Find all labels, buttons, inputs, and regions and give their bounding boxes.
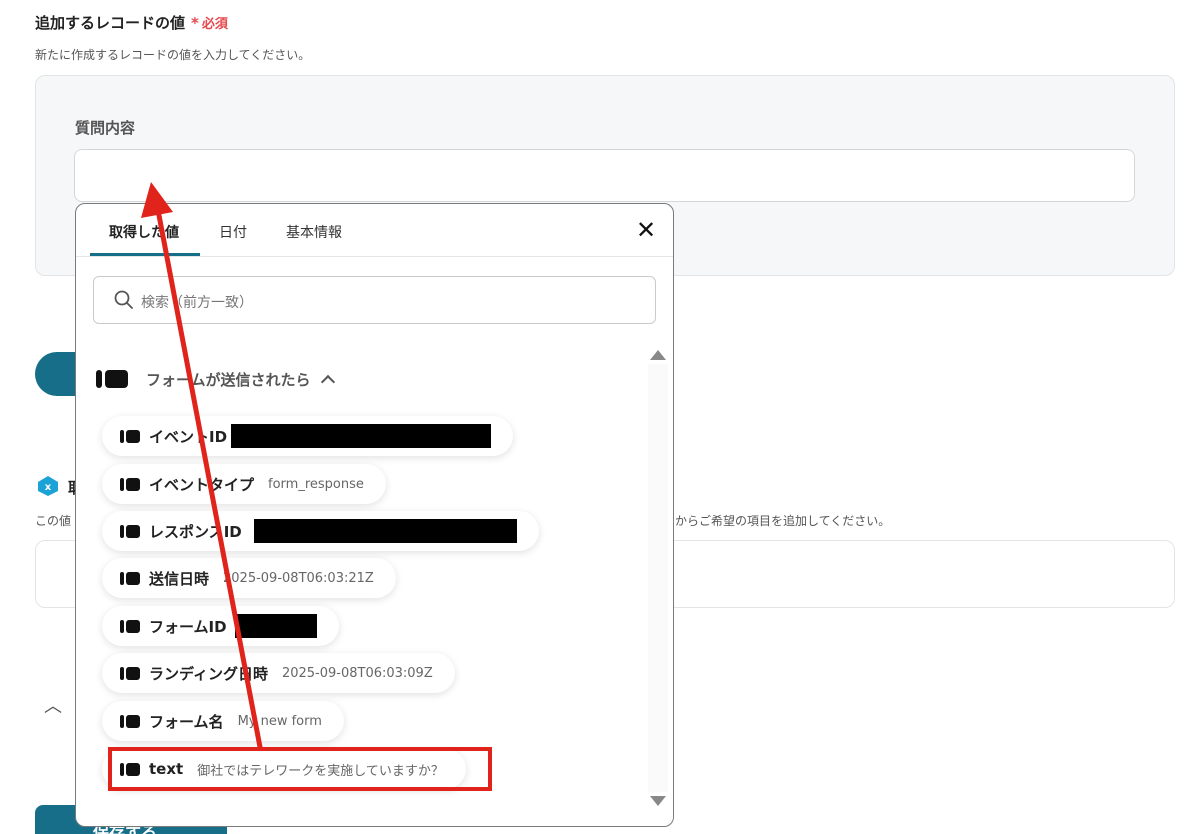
active-tab-indicator <box>90 253 200 256</box>
item-name: フォームID <box>149 617 227 636</box>
redacted-value <box>231 424 492 448</box>
background-description-right: からご希望の項目を追加してください。 <box>675 514 891 528</box>
tab-date[interactable]: 日付 <box>219 222 247 242</box>
item-icon <box>120 666 140 680</box>
group-header[interactable]: フォームが送信されたら <box>96 366 335 392</box>
item-name: イベントタイプ <box>149 475 255 494</box>
search-input[interactable]: 検索（前方一致） <box>93 276 656 324</box>
item-name: レスポンスID <box>149 522 242 541</box>
section-title: 追加するレコードの値 * 必須 <box>35 12 228 33</box>
item-icon <box>120 619 140 633</box>
item-value: My new form <box>237 713 322 729</box>
value-item-response-id[interactable]: レスポンスID <box>102 511 539 551</box>
scroll-up-arrow-icon[interactable] <box>650 350 666 360</box>
item-value: 2025-09-08T06:03:09Z <box>281 665 433 681</box>
item-name: イベントID <box>149 427 228 446</box>
svg-text:x: x <box>45 482 52 493</box>
section-title-text: 追加するレコードの値 <box>35 14 186 32</box>
tab-acquired-values[interactable]: 取得した値 <box>109 222 179 242</box>
popup-tabs: 取得した値 日付 基本情報 ✕ <box>76 204 673 257</box>
item-icon <box>120 524 140 538</box>
chevron-up-icon[interactable] <box>320 374 335 390</box>
item-name: 送信日時 <box>149 569 210 588</box>
app-icon <box>96 368 130 390</box>
tab-basic-info[interactable]: 基本情報 <box>286 222 342 242</box>
required-star: * <box>191 14 199 32</box>
close-icon[interactable]: ✕ <box>634 218 658 242</box>
value-item-form-name[interactable]: フォーム名 My new form <box>102 701 344 741</box>
field-label: 質問内容 <box>75 119 136 137</box>
value-item-submitted-at[interactable]: 送信日時 2025-09-08T06:03:21Z <box>102 558 396 598</box>
item-name: ランディング日時 <box>149 664 268 683</box>
item-icon <box>120 477 140 491</box>
item-icon <box>120 714 140 728</box>
redacted-value <box>253 519 517 543</box>
group-title: フォームが送信されたら <box>146 370 311 389</box>
scrollbar[interactable] <box>648 364 668 792</box>
scroll-down-arrow-icon[interactable] <box>650 796 666 806</box>
section-description: 新たに作成するレコードの値を入力してください。 <box>35 48 311 62</box>
value-item-form-id[interactable]: フォームID <box>102 606 339 646</box>
value-picker-popup: 取得した値 日付 基本情報 ✕ 検索（前方一致） フォームが送信されたら イベン… <box>75 203 674 827</box>
value-item-landed-at[interactable]: ランディング日時 2025-09-08T06:03:09Z <box>102 653 455 693</box>
item-icon <box>120 429 140 443</box>
value-item-event-type[interactable]: イベントタイプ form_response <box>102 464 386 504</box>
highlight-box <box>108 747 492 791</box>
app-logo-icon: x <box>38 476 58 496</box>
redacted-value <box>234 614 317 638</box>
chevron-up-icon[interactable]: ︿ <box>44 692 62 718</box>
search-icon <box>114 290 133 309</box>
item-value: 2025-09-08T06:03:21Z <box>223 570 374 586</box>
item-icon <box>120 571 140 585</box>
item-name: フォーム名 <box>149 712 224 731</box>
question-content-input[interactable] <box>74 149 1135 202</box>
value-item-event-id[interactable]: イベントID <box>102 416 514 456</box>
required-label: 必須 <box>201 17 228 32</box>
item-value: form_response <box>268 476 364 492</box>
search-placeholder: 検索（前方一致） <box>141 295 253 311</box>
background-description-left: この値 <box>35 514 72 528</box>
